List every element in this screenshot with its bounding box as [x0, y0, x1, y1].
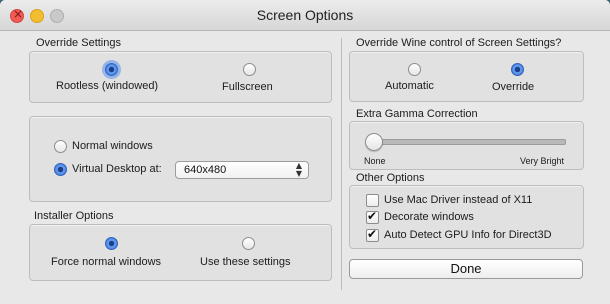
gamma-slider-knob[interactable]: [365, 133, 383, 151]
other-options-heading: Other Options: [356, 172, 425, 184]
mac-driver-label[interactable]: Use Mac Driver instead of X11: [384, 194, 532, 206]
resolution-select[interactable]: 640x480 ▲ ▼: [175, 161, 309, 179]
other-options-group: Use Mac Driver instead of X11 Decorate w…: [349, 185, 584, 249]
force-normal-windows-radio[interactable]: [105, 237, 118, 250]
resolution-value: 640x480: [184, 164, 227, 176]
normal-windows-label[interactable]: Normal windows: [72, 140, 153, 152]
installer-options-group: Force normal windows Use these settings: [29, 224, 332, 281]
wine-control-heading: Override Wine control of Screen Settings…: [356, 37, 562, 49]
screen-options-window: Screen Options Override Settings Rootles…: [0, 0, 610, 304]
column-divider: [341, 38, 342, 290]
fullscreen-radio[interactable]: [243, 63, 256, 76]
override-settings-group: Rootless (windowed) Fullscreen: [29, 51, 332, 103]
force-normal-windows-label[interactable]: Force normal windows: [51, 256, 161, 268]
decorate-windows-checkbox[interactable]: [366, 209, 379, 224]
auto-detect-gpu-checkbox[interactable]: [366, 227, 379, 242]
override-radio[interactable]: [511, 63, 524, 76]
gamma-heading: Extra Gamma Correction: [356, 108, 478, 120]
use-these-settings-radio[interactable]: [242, 237, 255, 250]
fullscreen-label[interactable]: Fullscreen: [222, 81, 273, 93]
override-settings-heading: Override Settings: [36, 37, 121, 49]
normal-windows-radio[interactable]: [54, 140, 67, 153]
window-mode-group: Normal windows Virtual Desktop at: 640x4…: [29, 116, 332, 202]
automatic-radio[interactable]: [408, 63, 421, 76]
override-label[interactable]: Override: [492, 81, 534, 93]
installer-options-heading: Installer Options: [34, 210, 114, 222]
decorate-windows-label[interactable]: Decorate windows: [384, 211, 474, 223]
done-button[interactable]: Done: [349, 259, 583, 279]
window-title: Screen Options: [256, 7, 354, 23]
use-these-settings-label[interactable]: Use these settings: [200, 256, 291, 268]
rootless-label[interactable]: Rootless (windowed): [56, 80, 158, 92]
gamma-slider-track[interactable]: [368, 139, 566, 145]
stepper-arrows-icon: ▲ ▼: [295, 161, 302, 178]
virtual-desktop-label[interactable]: Virtual Desktop at:: [72, 163, 162, 175]
gamma-max-label: Very Bright: [520, 156, 565, 166]
rootless-radio[interactable]: [105, 63, 118, 76]
gamma-group: None Very Bright: [349, 121, 584, 170]
automatic-label[interactable]: Automatic: [385, 80, 434, 92]
gamma-min-label: None: [364, 156, 386, 166]
wine-control-group: Automatic Override: [349, 51, 584, 102]
auto-detect-gpu-label[interactable]: Auto Detect GPU Info for Direct3D: [384, 229, 552, 241]
mac-driver-checkbox[interactable]: [366, 194, 379, 207]
title-bar[interactable]: Screen Options: [0, 0, 610, 31]
virtual-desktop-radio[interactable]: [54, 163, 67, 176]
